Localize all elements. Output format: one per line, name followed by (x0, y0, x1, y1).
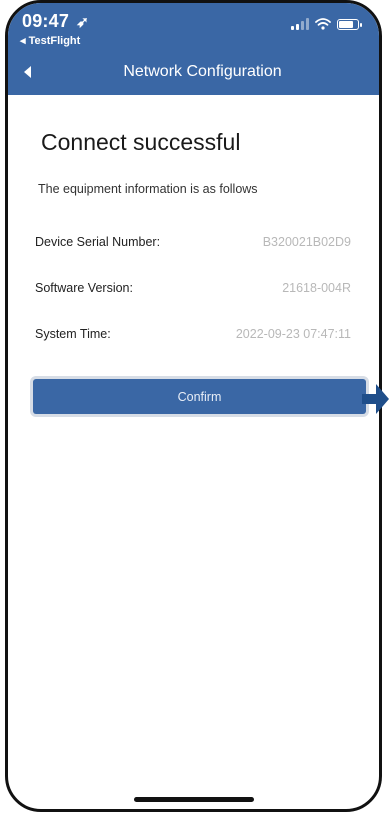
home-indicator[interactable] (133, 797, 254, 802)
screenshot-canvas: 09:47 ➶ ◂ TestFlight Network Configurati… (0, 0, 390, 819)
location-arrow-icon: ➶ (76, 14, 90, 31)
nav-title: Network Configuration (123, 63, 282, 80)
main-content: Connect successful The equipment informa… (8, 95, 379, 809)
software-version-value: 21618-004R (282, 281, 351, 295)
info-subtitle: The equipment information is as follows (38, 182, 258, 196)
phone-frame: 09:47 ➶ ◂ TestFlight Network Configurati… (5, 0, 382, 812)
confirm-button[interactable]: Confirm (33, 379, 366, 414)
info-row-system-time: System Time: 2022-09-23 07:47:11 (35, 327, 351, 341)
serial-number-value: B320021B02D9 (262, 235, 351, 249)
battery-icon (337, 18, 362, 30)
system-time-value: 2022-09-23 07:47:11 (235, 327, 351, 341)
callout-arrow-icon (362, 384, 389, 414)
status-bar-time: 09:47 ➶ (22, 11, 89, 32)
system-time-label: System Time: (35, 327, 111, 341)
info-row-serial-number: Device Serial Number: B320021B02D9 (35, 235, 351, 249)
serial-number-label: Device Serial Number: (35, 235, 161, 249)
app-header: 09:47 ➶ ◂ TestFlight Network Configurati… (8, 3, 379, 95)
status-icons (291, 18, 362, 30)
software-version-label: Software Version: (35, 281, 133, 295)
page-title: Connect successful (41, 129, 241, 155)
wifi-icon (315, 18, 331, 30)
back-to-testflight-link[interactable]: ◂ TestFlight (20, 34, 80, 47)
status-time-text: 09:47 (22, 11, 70, 31)
info-row-software-version: Software Version: 21618-004R (35, 281, 351, 295)
cellular-signal-icon (291, 18, 309, 30)
